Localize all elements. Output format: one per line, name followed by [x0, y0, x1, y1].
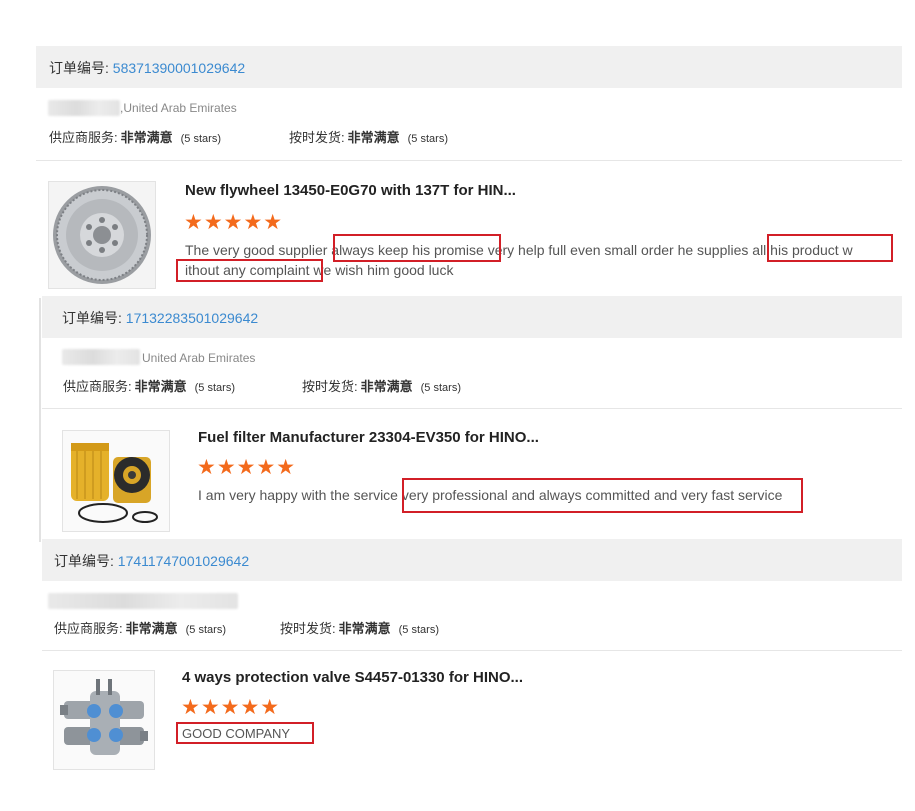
product-title[interactable]: Fuel filter Manufacturer 23304-EV350 for… [198, 429, 539, 446]
order-header: 订单编号: 17411747001029642 [42, 539, 902, 581]
divider [42, 650, 902, 651]
highlight-box [176, 259, 323, 282]
supplier-service-rating: 供应商服务: 非常满意 (5 stars) [63, 379, 235, 394]
divider [39, 298, 41, 542]
product-title[interactable]: 4 ways protection valve S4457-01330 for … [182, 669, 523, 686]
order-number-row: 订单编号: 17132283501029642 [62, 308, 258, 328]
redacted-buyer-name [48, 593, 238, 609]
rating-stars: ★★★★★ [184, 211, 284, 234]
order-number-link[interactable]: 17411747001029642 [118, 553, 249, 569]
highlight-box [333, 234, 501, 262]
redacted-buyer-name [48, 100, 120, 116]
fuel-filter-image[interactable] [62, 430, 170, 532]
buyer-country: United Arab Emirates [142, 351, 256, 365]
rating-stars: ★★★★★ [197, 456, 297, 479]
order-number-label: 订单编号: [49, 60, 109, 76]
order-header: 订单编号: 17132283501029642 [42, 296, 902, 338]
ontime-delivery-rating: 按时发货: 非常满意 (5 stars) [289, 130, 448, 145]
divider [36, 160, 902, 161]
protection-valve-image[interactable] [53, 670, 155, 770]
flywheel-image[interactable] [48, 181, 156, 289]
order-number-row: 订单编号: 17411747001029642 [54, 551, 249, 571]
highlight-box [402, 478, 803, 513]
rating-stars: ★★★★★ [181, 696, 281, 719]
ontime-delivery-rating: 按时发货: 非常满意 (5 stars) [280, 621, 439, 636]
highlight-box [176, 722, 314, 744]
divider [42, 408, 902, 409]
order-number-label: 订单编号: [62, 310, 122, 326]
order-number-row: 订单编号: 58371390001029642 [49, 58, 245, 78]
ontime-delivery-rating: 按时发货: 非常满意 (5 stars) [302, 379, 461, 394]
redacted-buyer-name [62, 349, 140, 365]
order-number-label: 订单编号: [54, 553, 114, 569]
order-number-link[interactable]: 17132283501029642 [126, 310, 258, 326]
product-title[interactable]: New flywheel 13450-E0G70 with 137T for H… [185, 182, 516, 199]
order-header: 订单编号: 58371390001029642 [36, 46, 902, 88]
supplier-service-rating: 供应商服务: 非常满意 (5 stars) [54, 621, 226, 636]
highlight-box [767, 234, 893, 262]
supplier-service-rating: 供应商服务: 非常满意 (5 stars) [49, 130, 221, 145]
buyer-country: ,United Arab Emirates [120, 101, 237, 115]
order-number-link[interactable]: 58371390001029642 [113, 60, 245, 76]
